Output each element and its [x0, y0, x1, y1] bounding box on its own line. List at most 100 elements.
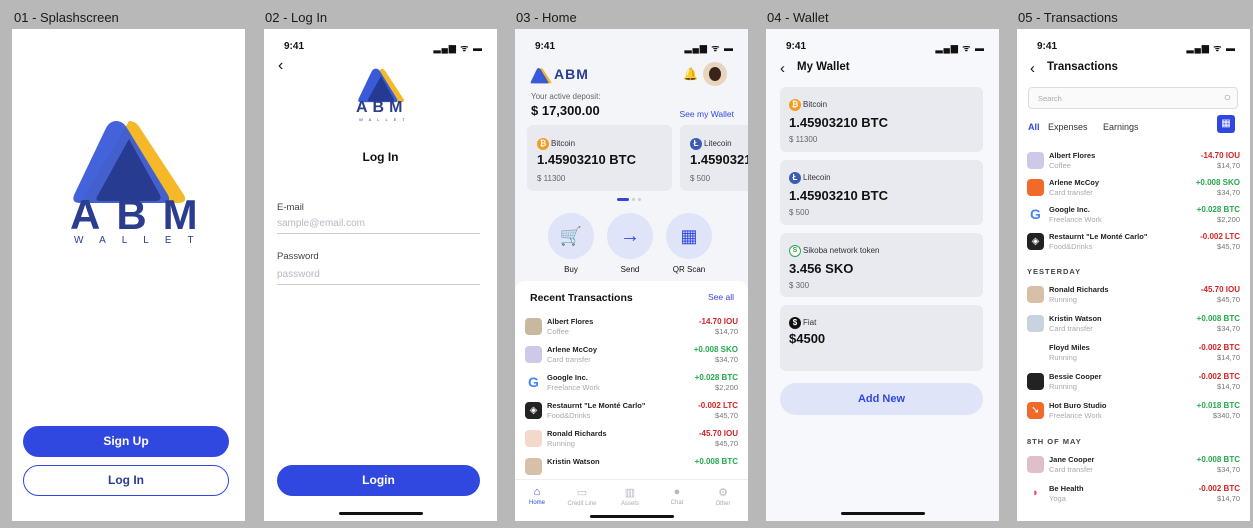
tab-label: Other [715, 501, 731, 507]
transaction-name: Arlene McCoy [1049, 178, 1100, 187]
transaction-fiat: $45,70 [715, 439, 738, 448]
page-indicator [638, 198, 641, 201]
password-field[interactable] [277, 269, 480, 285]
home-screen: 9:41 ▂▄▆ ᯤ ▬ ABM 🔔 Your active deposit: … [515, 29, 748, 521]
avatar: ◈ [525, 402, 542, 419]
transaction-row[interactable]: Kristin Watson Card transfer +0.008 BTC $34… [1017, 312, 1250, 338]
page-indicator-active [617, 198, 629, 201]
bitcoin-icon: ₿ [537, 137, 549, 150]
transaction-amt: +0.008 BTC [1196, 455, 1240, 464]
transaction-row[interactable]: Albert Flores Coffee -14.70 IOU $14,70 [1017, 149, 1250, 175]
transaction-row[interactable]: Ronald Richards Running -45.70 IOU $45,70 [515, 427, 748, 453]
transaction-name: Kristin Watson [547, 457, 600, 466]
transaction-fiat: $2,200 [1217, 215, 1240, 224]
crypto-card[interactable]: Ł Litecoin 1.4590321 $ 500 [680, 125, 748, 191]
home-icon: ⌂ [533, 486, 541, 498]
crypto-card[interactable]: ₿ Bitcoin 1.45903210 BTC $ 11300 [527, 125, 672, 191]
login-screen: 9:41 ▂▄▆ ᯤ ▬ ‹ ABM WALLET Log In E-mail … [264, 29, 497, 521]
tab-assets[interactable]: ▥ Assets [610, 486, 650, 507]
transaction-fiat: $14,70 [1217, 494, 1240, 503]
login-button[interactable]: Log In [23, 465, 229, 496]
wallet-card[interactable]: $ Fiat $4500 [780, 305, 983, 371]
tab-home[interactable]: ⌂ Home [517, 486, 557, 506]
avatar [1027, 179, 1044, 196]
status-time: 9:41 [1037, 41, 1058, 52]
search-input[interactable]: Search ○ [1028, 87, 1238, 109]
wallet-card[interactable]: S Sikoba network token 3.456 SKO $ 300 [780, 233, 983, 297]
status-icons: ▂▄▆ ᯤ ▬ [1186, 43, 1236, 53]
arrow-right-icon: → [620, 225, 640, 247]
transaction-row[interactable]: Bessie Cooper Running -0.002 BTC $14,70 [1017, 370, 1250, 396]
transaction-name: Ronald Richards [1049, 285, 1109, 294]
transaction-row[interactable]: ◈ Restaurnt "Le Monté Carlo" Food&Drinks -0… [1017, 230, 1250, 256]
brand-name: ABM [356, 99, 408, 116]
status-icons: ▂▄▆ ᯤ ▬ [684, 43, 734, 53]
status-time: 9:41 [284, 41, 305, 52]
transaction-row[interactable]: Floyd Miles Running -0.002 BTC $14,70 [1017, 341, 1250, 367]
buy-button[interactable]: 🛒 [548, 213, 594, 259]
transaction-row[interactable]: ◗ Be Health Yoga -0.002 BTC $14,70 [1017, 482, 1250, 508]
bell-icon[interactable]: 🔔 [683, 67, 698, 81]
transaction-row[interactable]: Albert Flores Coffee -14.70 IOU $14,70 [515, 315, 748, 341]
wallet-amount: 1.45903210 BTC [789, 115, 889, 130]
status-bar: 9:41 ▂▄▆ ᯤ ▬ [264, 41, 497, 55]
see-wallet-link[interactable]: See my Wallet [680, 109, 734, 119]
back-chevron-icon[interactable]: ‹ [278, 57, 283, 75]
transaction-row[interactable]: Kristin Watson +0.008 BTC [515, 455, 748, 481]
wallet-card[interactable]: Ł Litecoin 1.45903210 BTC $ 500 [780, 160, 983, 225]
back-chevron-icon[interactable]: ‹ [780, 60, 785, 77]
see-all-link[interactable]: See all [708, 292, 734, 302]
page-indicator [632, 198, 635, 201]
transaction-fiat: $2,200 [715, 383, 738, 392]
calendar-icon[interactable]: ▦ [1217, 115, 1235, 133]
transaction-fiat: $14,70 [1217, 353, 1240, 362]
transaction-cat: Food&Drinks [547, 411, 591, 420]
transaction-row[interactable]: Jane Cooper Card transfer +0.008 BTC $34,70 [1017, 453, 1250, 479]
status-icons: ▂▄▆ ᯤ ▬ [935, 43, 985, 53]
transaction-row[interactable]: Ronald Richards Running -45.70 IOU $45,70 [1017, 283, 1250, 309]
sko-coin-icon: S [789, 244, 801, 257]
send-button[interactable]: → [607, 213, 653, 259]
transaction-name: Restaurnt "Le Monté Carlo" [1049, 232, 1148, 241]
section-header-yesterday: YESTERDAY [1027, 267, 1082, 276]
frame-label-splash: 01 - Splashscreen [14, 10, 119, 25]
tab-other[interactable]: ⚙ Other [703, 486, 743, 507]
avatar: ◗ [1027, 485, 1044, 502]
login-title: Log In [362, 150, 399, 164]
search-icon: ○ [1223, 90, 1231, 104]
transaction-row[interactable]: Arlene McCoy Card transfer +0.008 SKO $34,7… [515, 343, 748, 369]
transaction-cat: Card transfer [547, 355, 591, 364]
wallet-amount: $4500 [789, 331, 826, 346]
wallet-card[interactable]: ₿ Bitcoin 1.45903210 BTC $ 11300 [780, 87, 983, 152]
tab-label: Home [528, 500, 545, 506]
add-new-button[interactable]: Add New [780, 383, 983, 415]
login-submit-button[interactable]: Login [277, 465, 480, 496]
transaction-row[interactable]: ◈ Restaurnt "Le Monté Carlo" Food&Drinks -0… [515, 399, 748, 425]
avatar[interactable] [703, 62, 727, 86]
tab-credit-line[interactable]: ▭ Credit Line [562, 486, 602, 507]
transaction-amt: +0.028 BTC [1196, 205, 1240, 214]
btc-coin-icon: ₿ [789, 98, 801, 111]
email-label: E-mail [277, 202, 304, 213]
filter-all[interactable]: All [1028, 122, 1040, 132]
transaction-row[interactable]: Arlene McCoy Card transfer +0.008 SKO $34,7… [1017, 176, 1250, 202]
avatar [1027, 315, 1044, 332]
email-field[interactable] [277, 218, 480, 234]
home-indicator [338, 512, 423, 515]
filter-earnings[interactable]: Earnings [1103, 122, 1139, 132]
signup-button[interactable]: Sign Up [23, 426, 229, 457]
avatar [1027, 152, 1044, 169]
transaction-row[interactable]: G Google Inc. Freelance Work +0.028 BTC $2,2… [515, 371, 748, 397]
transactions-screen: 9:41 ▂▄▆ ᯤ ▬ ‹ Transactions Search ○ All… [1017, 29, 1250, 521]
wallet-fiat: $ 11300 [789, 135, 818, 144]
back-chevron-icon[interactable]: ‹ [1030, 60, 1035, 77]
transaction-amt: +0.028 BTC [694, 373, 738, 382]
transaction-row[interactable]: ➘ Hot Buro Studio Freelance Work +0.018 BTC… [1017, 399, 1250, 425]
transaction-amt: -45.70 IOU [698, 429, 738, 438]
transaction-cat: Running [1049, 295, 1077, 304]
qr-scan-button[interactable]: ▦ [666, 213, 712, 259]
transaction-row[interactable]: G Google Inc. Freelance Work +0.028 BTC $2,2… [1017, 203, 1250, 229]
tab-chat[interactable]: ● Chat [657, 486, 697, 506]
coin-label: Litecoin [803, 173, 831, 183]
filter-expenses[interactable]: Expenses [1048, 122, 1088, 132]
